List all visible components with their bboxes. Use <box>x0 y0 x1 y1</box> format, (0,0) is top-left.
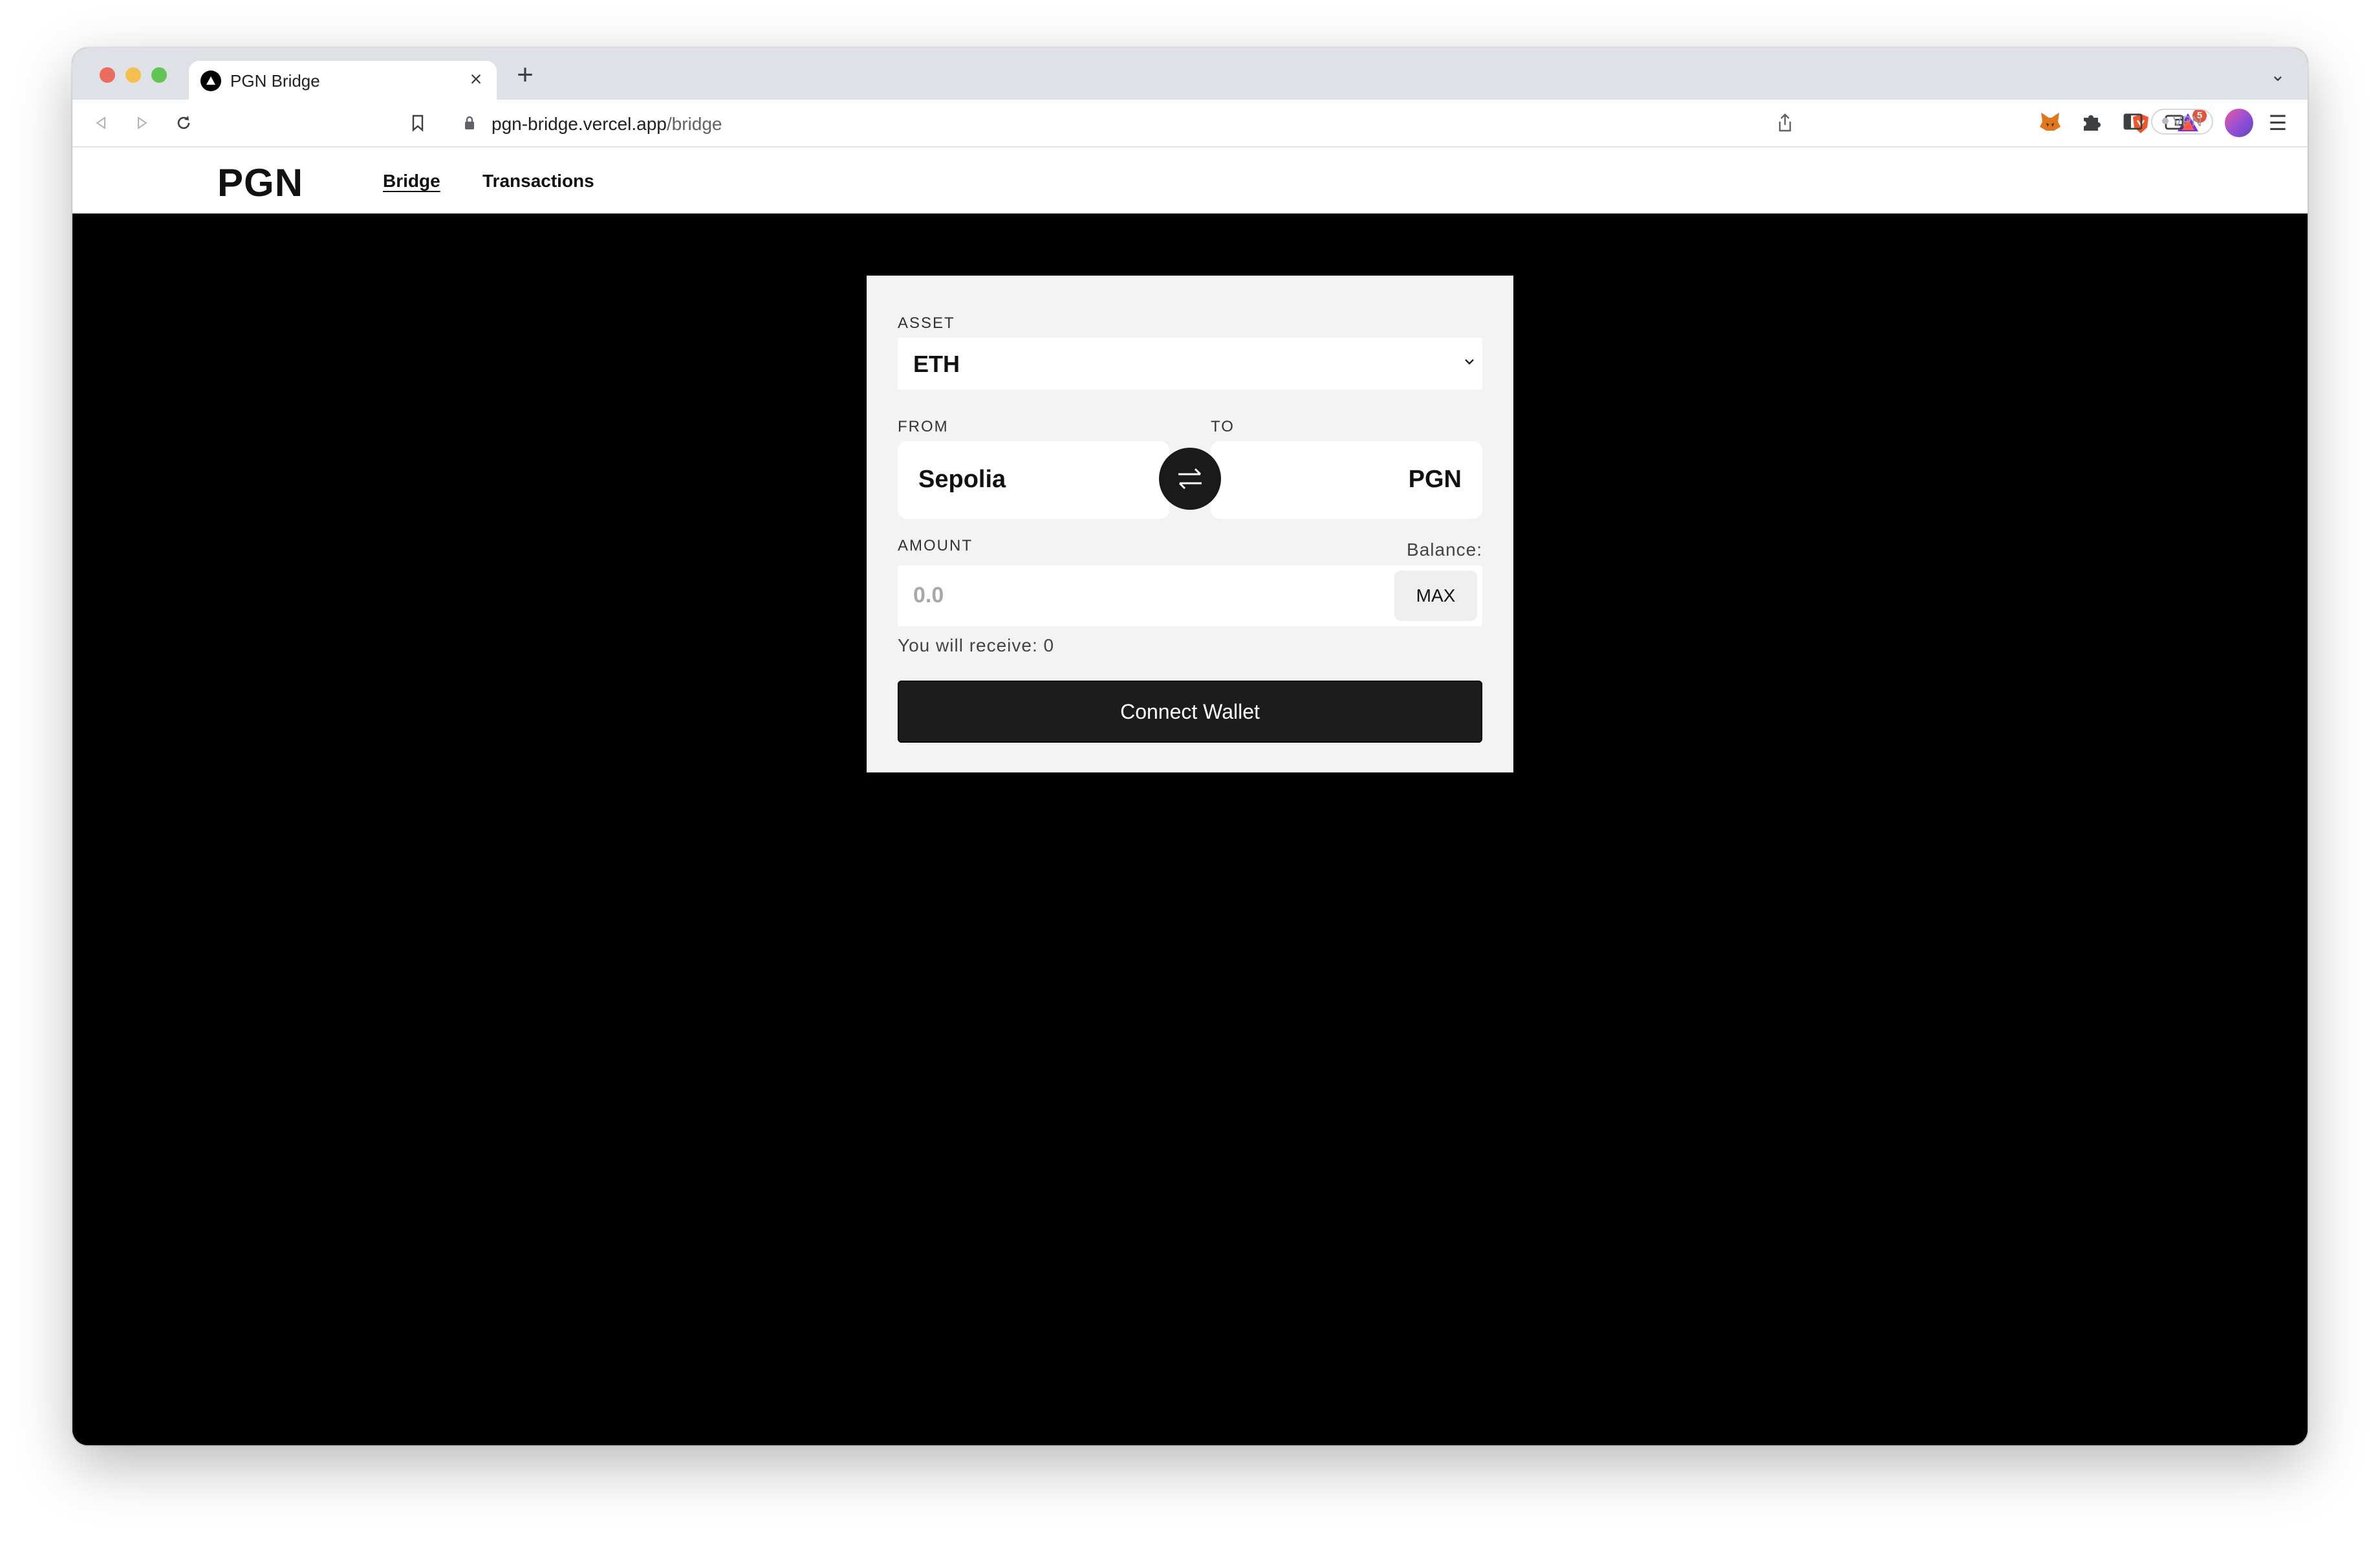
main-content: ASSET ETH FROM TO Sepolia PGN AMOUNT Bal… <box>72 213 2308 1445</box>
nav-link-transactions[interactable]: Transactions <box>482 171 594 191</box>
share-icon[interactable] <box>1776 113 1794 133</box>
vpn-label: VPN <box>2172 113 2202 129</box>
maximize-window-button[interactable] <box>151 67 167 83</box>
tab-strip: PGN Bridge × + ⌄ <box>72 48 2308 100</box>
receive-amount-text: You will receive: 0 <box>898 635 1055 655</box>
asset-label: ASSET <box>898 314 955 332</box>
sidebar-icon[interactable] <box>2121 110 2145 133</box>
lock-icon <box>465 116 474 129</box>
asset-select[interactable]: ETH <box>898 338 1482 389</box>
browser-window: PGN Bridge × + ⌄ pgn-bridge.vercel.app/b… <box>72 48 2308 1445</box>
forward-icon[interactable] <box>129 110 155 136</box>
amount-field-container: MAX <box>898 565 1482 626</box>
extensions-puzzle-icon[interactable] <box>2080 110 2103 133</box>
profile-avatar[interactable] <box>2225 109 2253 137</box>
connect-wallet-button[interactable]: Connect Wallet <box>898 681 1482 743</box>
swap-chains-button[interactable] <box>1159 448 1221 510</box>
close-window-button[interactable] <box>100 67 115 83</box>
chevron-down-icon <box>1465 359 1474 365</box>
hamburger-menu-icon[interactable]: ☰ <box>2265 110 2291 136</box>
from-label: FROM <box>898 418 949 435</box>
max-button[interactable]: MAX <box>1394 571 1477 621</box>
site-header: PGN Bridge Transactions <box>72 148 2308 213</box>
metamask-fox-icon[interactable] <box>2039 110 2062 133</box>
url-text: pgn-bridge.vercel.app/bridge <box>492 114 722 135</box>
amount-label: AMOUNT <box>898 537 973 554</box>
from-chain-select[interactable]: Sepolia <box>898 441 1169 519</box>
vpn-button[interactable]: VPN <box>2151 109 2213 135</box>
url-host: pgn-bridge.vercel.app <box>492 114 667 134</box>
url-path: /bridge <box>666 114 722 134</box>
triangle-favicon-icon <box>200 71 221 91</box>
bridge-card: ASSET ETH FROM TO Sepolia PGN AMOUNT Bal… <box>867 276 1513 772</box>
new-tab-icon[interactable]: + <box>512 61 538 89</box>
site-logo[interactable]: PGN <box>217 160 303 205</box>
tab-title: PGN Bridge <box>230 71 320 91</box>
swap-arrows-icon <box>1178 468 1202 490</box>
amount-input[interactable] <box>913 581 1366 609</box>
tab-pgn-bridge[interactable]: PGN Bridge × <box>189 61 497 100</box>
minimize-window-button[interactable] <box>125 67 141 83</box>
vpn-status-dot <box>2162 118 2169 125</box>
address-bar[interactable]: pgn-bridge.vercel.app/bridge 5 <box>450 105 2207 141</box>
asset-selected-value: ETH <box>913 351 960 377</box>
browser-toolbar: pgn-bridge.vercel.app/bridge 5 VPN ☰ <box>72 100 2308 148</box>
bookmark-icon[interactable] <box>405 110 431 136</box>
chevron-down-icon[interactable]: ⌄ <box>2266 63 2289 87</box>
to-label: TO <box>1211 418 1235 435</box>
to-chain-select[interactable]: PGN <box>1211 441 1482 519</box>
from-chain-value: Sepolia <box>918 466 1006 493</box>
nav-link-bridge[interactable]: Bridge <box>383 171 440 191</box>
tab-close-icon[interactable]: × <box>464 67 488 91</box>
reload-icon[interactable] <box>171 110 197 136</box>
to-chain-value: PGN <box>1408 466 1462 493</box>
back-icon[interactable] <box>88 110 114 136</box>
balance-label: Balance: <box>1407 540 1482 560</box>
